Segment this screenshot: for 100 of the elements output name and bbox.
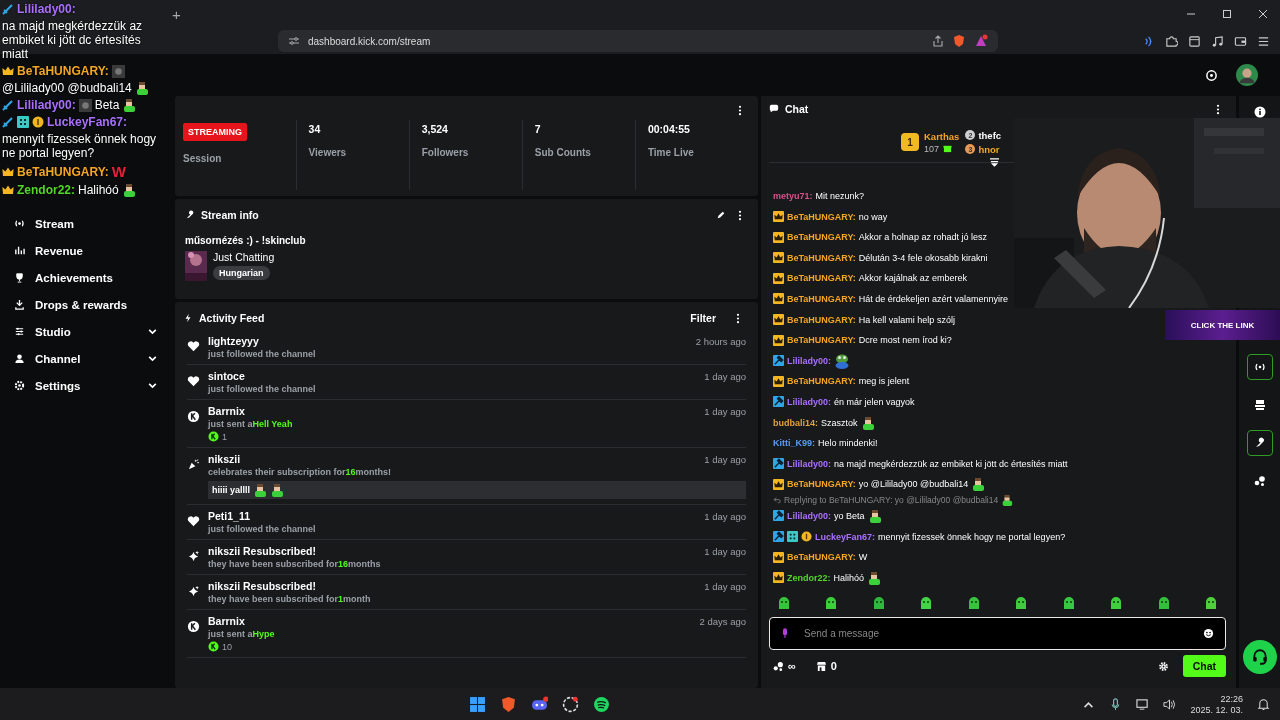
sliders-icon bbox=[14, 326, 25, 337]
emote-icon[interactable] bbox=[919, 596, 934, 610]
speech-bubble-icon bbox=[769, 104, 779, 114]
chat-message: metyu71: Mit nezunk? bbox=[773, 191, 865, 201]
leaderboard-name: thefc bbox=[978, 129, 1002, 141]
sidebar-item[interactable]: Drops & rewards bbox=[10, 291, 162, 318]
stream-title: műsornézés :) - !skinclub bbox=[185, 235, 307, 246]
mention-icon[interactable] bbox=[1205, 68, 1218, 82]
site-settings-icon[interactable] bbox=[288, 35, 300, 47]
chat-message: BeTaHUNGARY: Dcre most nem írod ki? bbox=[787, 335, 952, 346]
coin-icon bbox=[208, 431, 219, 442]
avatar[interactable] bbox=[1236, 64, 1258, 86]
card-title: Chat bbox=[785, 103, 809, 115]
sidebar-item[interactable]: Stream bbox=[10, 210, 162, 237]
bell-icon[interactable] bbox=[1257, 697, 1270, 711]
microphone-icon[interactable] bbox=[781, 627, 789, 639]
support-button[interactable] bbox=[1242, 640, 1277, 674]
feed-time: 2 hours ago bbox=[695, 335, 746, 347]
game-controller-icon[interactable] bbox=[530, 695, 548, 713]
stat-label: Viewers bbox=[308, 147, 348, 158]
clock-date[interactable]: 2025. 12. 03. bbox=[1190, 704, 1243, 715]
monitor-icon[interactable] bbox=[1136, 697, 1150, 711]
sidebar-item[interactable]: Studio bbox=[10, 318, 162, 345]
wallet-icon[interactable] bbox=[1234, 34, 1247, 48]
feed-username: Peti1_11 bbox=[208, 510, 251, 522]
reply-icon bbox=[773, 496, 781, 505]
feed-time: 1 day ago bbox=[704, 405, 746, 417]
triangle-icon[interactable] bbox=[974, 34, 988, 48]
chat-username: LuckeyFan67: bbox=[47, 115, 128, 129]
shield-icon[interactable] bbox=[499, 695, 517, 713]
sidebar-item[interactable]: Channel bbox=[10, 345, 162, 372]
settings-icon[interactable] bbox=[1157, 660, 1169, 672]
leaderboard-name: Karthas bbox=[924, 130, 960, 142]
emote-icon[interactable] bbox=[1109, 596, 1124, 610]
emote-icon[interactable] bbox=[871, 596, 886, 610]
shield-icon[interactable] bbox=[952, 34, 966, 48]
stat-label: Followers bbox=[421, 147, 470, 158]
feed-username: nikszii Resubscribed! bbox=[208, 545, 316, 557]
puzzle-icon[interactable] bbox=[1165, 34, 1178, 48]
category-link[interactable]: Just Chatting bbox=[213, 251, 275, 263]
circle-app-icon[interactable] bbox=[561, 695, 579, 713]
stat-label: Session bbox=[183, 153, 223, 164]
chat-message: BeTaHUNGARY: W bbox=[787, 552, 868, 563]
sidebar-item[interactable]: Settings bbox=[10, 372, 162, 399]
emote-icon[interactable] bbox=[966, 596, 981, 610]
emoji-icon[interactable] bbox=[1203, 628, 1214, 639]
party-popper-icon bbox=[187, 458, 200, 471]
chat-username: BeTaHUNGARY: bbox=[17, 164, 109, 179]
points-icon bbox=[773, 660, 784, 672]
store-count: 0 bbox=[830, 660, 837, 672]
layout-icon[interactable] bbox=[1253, 399, 1266, 411]
chat-send-button[interactable]: Chat bbox=[1182, 655, 1226, 677]
chat-username: Lililady00: bbox=[17, 2, 76, 16]
status-badge: STREAMING bbox=[183, 123, 247, 141]
start-icon[interactable] bbox=[468, 695, 486, 713]
music-icon[interactable] bbox=[1211, 34, 1224, 48]
chat-username: Lililady00: bbox=[17, 98, 76, 112]
download-icon bbox=[14, 299, 25, 310]
store-icon[interactable] bbox=[815, 660, 827, 672]
music-app-icon[interactable] bbox=[592, 695, 610, 713]
gift-amount: 10 bbox=[222, 641, 232, 652]
new-tab-button[interactable]: + bbox=[168, 5, 185, 23]
emote-icon[interactable] bbox=[1156, 596, 1171, 610]
window-icon[interactable] bbox=[1188, 34, 1201, 48]
emote-icon[interactable] bbox=[1061, 596, 1076, 610]
info-icon[interactable] bbox=[1253, 106, 1266, 118]
address-bar[interactable]: dashboard.kick.com/stream bbox=[278, 30, 998, 52]
clock-time[interactable]: 22:26 bbox=[1220, 693, 1243, 704]
stat-value: 34 bbox=[308, 123, 322, 135]
share-icon[interactable] bbox=[932, 35, 944, 47]
broadcast-icon bbox=[14, 218, 25, 229]
filter-icon[interactable] bbox=[989, 158, 1000, 167]
emote-icon[interactable] bbox=[777, 596, 791, 610]
feed-time: 1 day ago bbox=[704, 510, 746, 522]
close-icon[interactable] bbox=[1258, 9, 1268, 19]
speaker-icon[interactable] bbox=[1163, 697, 1177, 711]
bar-chart-icon bbox=[14, 245, 25, 256]
sparkle-icon bbox=[187, 585, 200, 598]
sidebar-item[interactable]: Revenue bbox=[10, 237, 162, 264]
points-icon[interactable] bbox=[1253, 475, 1266, 487]
feed-username: nikszii bbox=[208, 453, 241, 465]
gift-amount: 1 bbox=[222, 431, 227, 442]
promo-banner[interactable]: CLICK THE LINK bbox=[1165, 310, 1280, 340]
emote-icon[interactable] bbox=[1014, 596, 1029, 610]
wrench-button[interactable] bbox=[1246, 430, 1273, 456]
coin-icon bbox=[208, 641, 219, 652]
menu-icon[interactable] bbox=[1257, 34, 1270, 48]
chat-message: Lililady00: én már jelen vagyok bbox=[787, 396, 915, 407]
maximize-icon[interactable] bbox=[1222, 9, 1232, 19]
pencil-icon[interactable] bbox=[716, 210, 726, 220]
emote-icon bbox=[270, 483, 284, 497]
message-input[interactable]: Send a message bbox=[769, 617, 1226, 650]
broadcast-button[interactable] bbox=[1246, 354, 1273, 380]
emote-icon[interactable] bbox=[1203, 596, 1218, 610]
sidebar-item[interactable]: Achievements bbox=[10, 264, 162, 291]
emote-icon[interactable] bbox=[824, 596, 839, 610]
filter-button[interactable]: Filter bbox=[682, 310, 724, 326]
chat-message: mennyit fizessek önnek hogy ne portal legyen? bbox=[2, 132, 158, 160]
chat-message: BeTaHUNGARY: Ha kell valami help szólj bbox=[787, 314, 955, 325]
settings-icon bbox=[14, 380, 25, 391]
